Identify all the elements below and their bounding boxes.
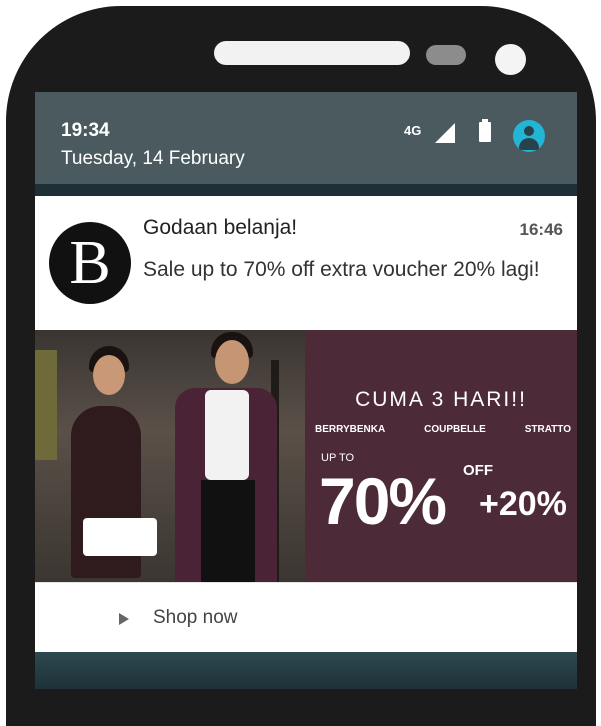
play-icon <box>119 613 129 625</box>
discount-percent: 70% <box>319 464 447 538</box>
status-date: Tuesday, 14 February <box>61 148 245 169</box>
speaker-grille <box>214 41 410 65</box>
brand-berrybenka: BERRYBENKA <box>315 424 386 435</box>
proximity-sensor <box>426 45 466 65</box>
brand-coupbelle: COUPBELLE <box>424 424 486 435</box>
models-photo <box>35 330 305 582</box>
collapsed-notification-peek <box>35 184 577 196</box>
notification-message: Sale up to 70% off extra voucher 20% lag… <box>143 258 540 281</box>
handbag <box>83 518 157 556</box>
app-logo: B <box>49 222 131 304</box>
promo-banner[interactable]: CUMA 3 HARI!! BERRYBENKA COUPBELLE STRAT… <box>35 330 577 582</box>
phone-screen: 19:34 Tuesday, 14 February 4G B Godaan b… <box>35 92 577 689</box>
notification-title: Godaan belanja! <box>143 216 298 239</box>
offer-headline: CUMA 3 HARI!! <box>355 388 527 411</box>
notification-card[interactable]: B Godaan belanja! 16:46 Sale up to 70% o… <box>35 196 577 653</box>
shop-now-label: Shop now <box>153 607 238 628</box>
network-type: 4G <box>404 123 422 138</box>
battery-icon <box>479 119 491 142</box>
account-icon[interactable] <box>513 120 545 152</box>
front-camera <box>495 44 526 75</box>
brand-stratto: STRATTO <box>524 424 571 435</box>
signal-icon <box>435 123 455 143</box>
extra-discount: +20% <box>479 485 567 523</box>
off-label: OFF <box>463 462 493 479</box>
brand-logos: BERRYBENKA COUPBELLE STRATTO <box>315 424 571 435</box>
notification-time: 16:46 <box>519 220 563 239</box>
status-bar: 19:34 Tuesday, 14 February 4G <box>35 92 577 184</box>
status-time: 19:34 <box>61 120 110 141</box>
offer-panel: CUMA 3 HARI!! BERRYBENKA COUPBELLE STRAT… <box>305 330 577 582</box>
wallpaper <box>35 652 577 689</box>
shop-now-button[interactable]: Shop now <box>35 582 577 653</box>
